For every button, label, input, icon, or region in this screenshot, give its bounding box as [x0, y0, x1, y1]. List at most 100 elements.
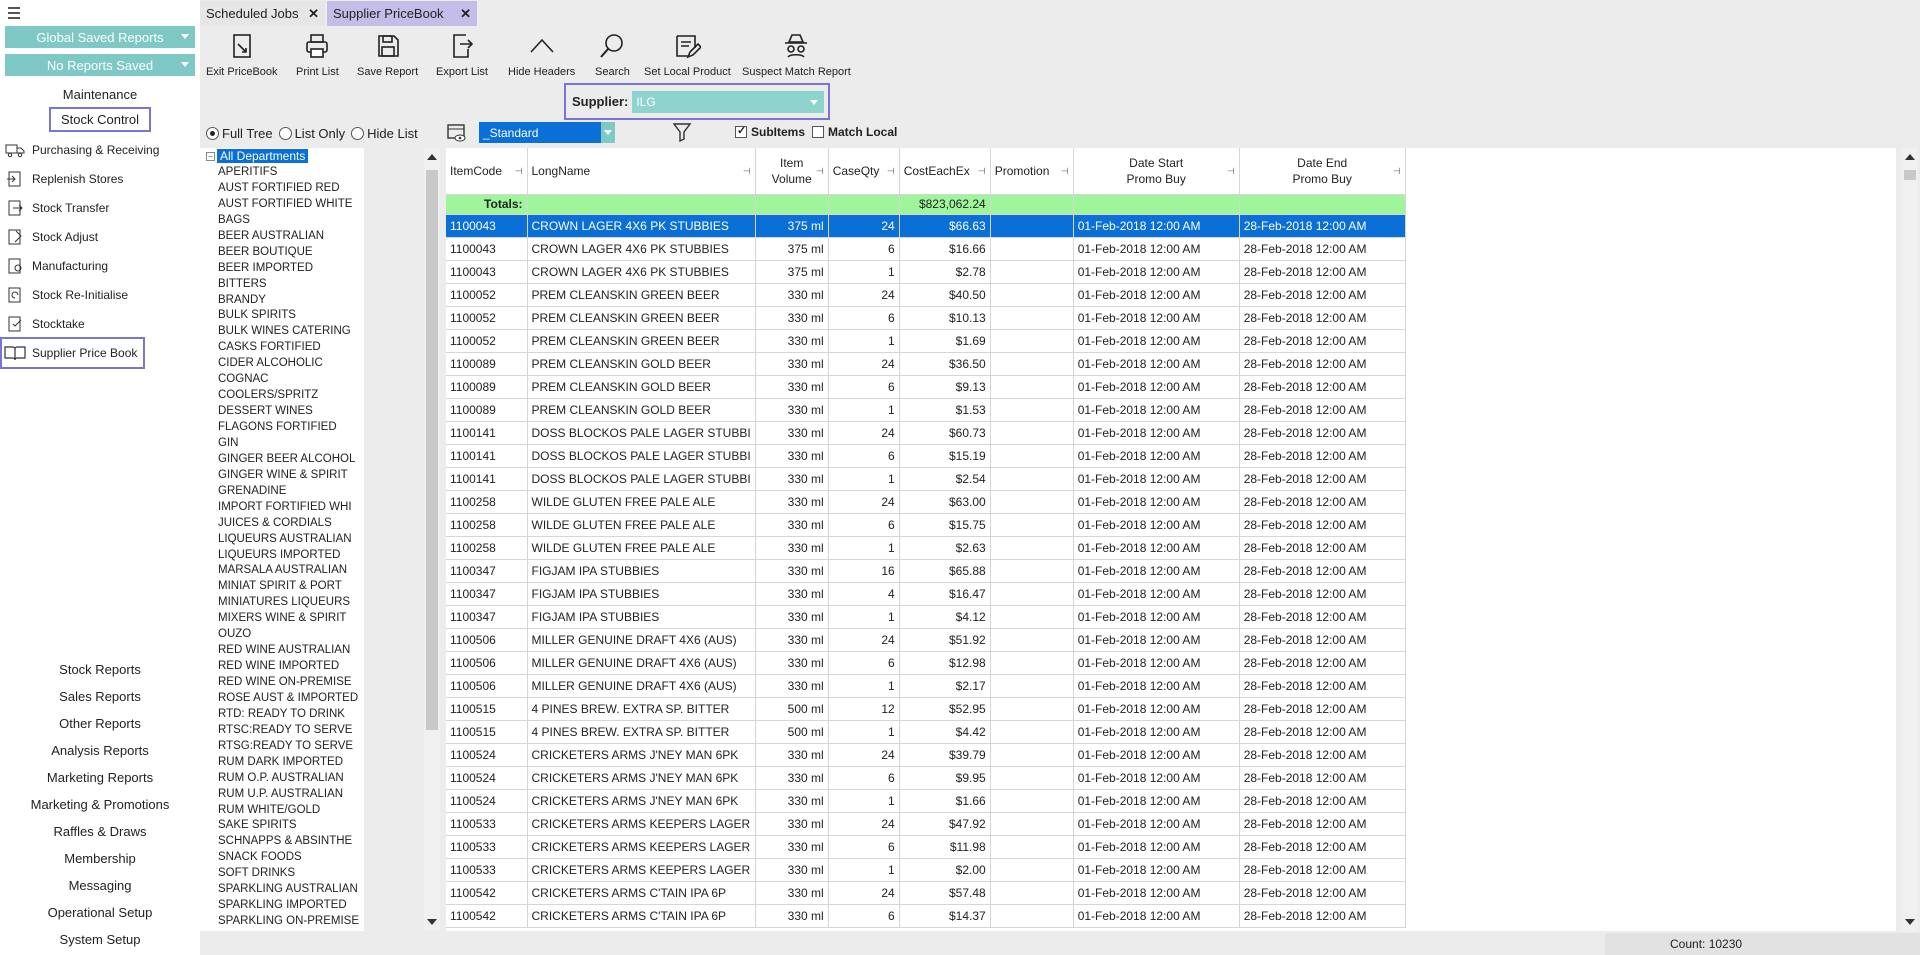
table-row[interactable]: 1100347 FIGJAM IPA STUBBIES 330 ml 16 $65.88…: [446, 559, 1406, 583]
list-only-radio[interactable]: List Only: [278, 126, 345, 141]
sidebar-other-reports[interactable]: Other Reports: [0, 716, 200, 731]
table-row[interactable]: 1100052 PREM CLEANSKIN GREEN BEER 330 ml 24…: [446, 283, 1406, 307]
sidebar-item-stocktake[interactable]: Stocktake: [4, 312, 85, 336]
pin-icon[interactable]: ⊣: [1227, 166, 1235, 177]
table-row[interactable]: 1100089 PREM CLEANSKIN GOLD BEER 330 ml 1 $1…: [446, 398, 1406, 422]
table-row[interactable]: 1100089 PREM CLEANSKIN GOLD BEER 330 ml 24 $…: [446, 352, 1406, 376]
collapse-icon[interactable]: −: [206, 151, 215, 161]
tree-item[interactable]: BULK SPIRITS: [218, 307, 359, 323]
table-row[interactable]: 1100258 WILDE GLUTEN FREE PALE ALE 330 ml 1…: [446, 536, 1406, 560]
suspect-match-report-button[interactable]: Suspect Match Report: [742, 28, 851, 84]
table-row[interactable]: 1100141 DOSS BLOCKOS PALE LAGER STUBBI 330…: [446, 444, 1406, 468]
table-row[interactable]: 1100533 CRICKETERS ARMS KEEPERS LAGER 330 …: [446, 835, 1406, 859]
scroll-thumb[interactable]: [1904, 170, 1916, 180]
exit-pricebook-button[interactable]: Exit PriceBook: [206, 28, 278, 84]
tree-item[interactable]: SOFT DRINKS: [218, 865, 359, 881]
table-row[interactable]: 1100515 4 PINES BREW. EXTRA SP. BITTER 500…: [446, 720, 1406, 744]
table-row[interactable]: 1100542 CRICKETERS ARMS C'TAIN IPA 6P 330 …: [446, 904, 1406, 928]
column-header-item-volume[interactable]: Item Volume ⊣: [755, 148, 829, 195]
table-row[interactable]: 1100052 PREM CLEANSKIN GREEN BEER 330 ml 6 $…: [446, 306, 1406, 330]
table-row[interactable]: 1100347 FIGJAM IPA STUBBIES 330 ml 4 $16.47 0…: [446, 582, 1406, 606]
sidebar-stock-reports[interactable]: Stock Reports: [0, 662, 200, 677]
sidebar-item-stock-adjust[interactable]: Stock Adjust: [4, 225, 98, 249]
tree-item[interactable]: RED WINE ON-PREMISE: [218, 674, 359, 690]
tree-root[interactable]: − All Departments: [206, 148, 309, 164]
tree-item[interactable]: MINIAT SPIRIT & PORT: [218, 578, 359, 594]
tree-item[interactable]: RUM WHITE/GOLD: [218, 802, 359, 818]
tree-item[interactable]: LIQUEURS IMPORTED: [218, 547, 359, 563]
table-row[interactable]: 1100043 CROWN LAGER 4X6 PK STUBBIES 375 ml…: [446, 214, 1406, 238]
pin-icon[interactable]: ⊣: [743, 166, 751, 177]
tree-item[interactable]: BEER BOUTIQUE: [218, 244, 359, 260]
print-list-button[interactable]: Print List: [296, 28, 339, 84]
tree-item[interactable]: CIDER ALCOHOLIC: [218, 355, 359, 371]
tree-item[interactable]: MARSALA AUSTRALIAN: [218, 562, 359, 578]
scroll-down-icon[interactable]: [427, 919, 437, 925]
search-button[interactable]: Search: [595, 28, 630, 84]
tab-supplier-pricebook[interactable]: Supplier PriceBook ✕: [327, 1, 477, 26]
sidebar-maintenance[interactable]: Maintenance: [0, 87, 200, 102]
save-report-button[interactable]: Save Report: [357, 28, 418, 84]
column-header-itemcode[interactable]: ItemCode ⊣: [446, 148, 528, 195]
tree-item[interactable]: AUST FORTIFIED WHITE: [218, 196, 359, 212]
sidebar-analysis-reports[interactable]: Analysis Reports: [0, 743, 200, 758]
tree-item[interactable]: SPARKLING ON-PREMISE: [218, 913, 359, 929]
tree-item[interactable]: RTD: READY TO DRINK: [218, 706, 359, 722]
column-header-caseqty[interactable]: CaseQty ⊣: [828, 148, 900, 195]
hide-headers-button[interactable]: Hide Headers: [508, 28, 575, 84]
sidebar-item-purchasing-receiving[interactable]: Purchasing & Receiving: [4, 138, 159, 162]
tree-item[interactable]: APERITIFS: [218, 164, 359, 180]
tree-item[interactable]: SCHNAPPS & ABSINTHE: [218, 833, 359, 849]
tree-item[interactable]: BRANDY: [218, 292, 359, 308]
table-row[interactable]: 1100524 CRICKETERS ARMS J'NEY MAN 6PK 330 …: [446, 789, 1406, 813]
tree-item[interactable]: RUM O.P. AUSTRALIAN: [218, 770, 359, 786]
table-row[interactable]: 1100043 CROWN LAGER 4X6 PK STUBBIES 375 ml…: [446, 237, 1406, 261]
tree-item[interactable]: SNACK FOODS: [218, 849, 359, 865]
tree-item[interactable]: BULK WINES CATERING: [218, 323, 359, 339]
table-row[interactable]: 1100542 CRICKETERS ARMS C'TAIN IPA 6P 330 …: [446, 881, 1406, 905]
no-reports-saved-dropdown[interactable]: No Reports Saved: [5, 54, 195, 76]
tree-item[interactable]: LIQUEURS AUSTRALIAN: [218, 531, 359, 547]
export-list-button[interactable]: Export List: [436, 28, 488, 84]
tree-item[interactable]: RUM U.P. AUSTRALIAN: [218, 786, 359, 802]
subitems-checkbox[interactable]: SubItems: [735, 124, 805, 139]
tree-item[interactable]: GRENADINE: [218, 483, 359, 499]
table-row[interactable]: 1100515 4 PINES BREW. EXTRA SP. BITTER 500…: [446, 697, 1406, 721]
column-header-longname[interactable]: LongName ⊣: [527, 148, 756, 195]
table-row[interactable]: 1100506 MILLER GENUINE DRAFT 4X6 (AUS) 330…: [446, 651, 1406, 675]
scroll-down-icon[interactable]: [1905, 919, 1915, 925]
pin-icon[interactable]: ⊣: [1393, 166, 1401, 177]
grid-scrollbar[interactable]: [1902, 148, 1918, 931]
pin-icon[interactable]: ⊣: [978, 166, 986, 177]
table-row[interactable]: 1100258 WILDE GLUTEN FREE PALE ALE 330 ml 6…: [446, 513, 1406, 537]
pin-icon[interactable]: ⊣: [816, 166, 824, 177]
tree-item[interactable]: BITTERS: [218, 276, 359, 292]
tree-item[interactable]: OUZO: [218, 626, 359, 642]
table-row[interactable]: 1100043 CROWN LAGER 4X6 PK STUBBIES 375 ml…: [446, 260, 1406, 284]
sidebar-system-setup[interactable]: System Setup: [0, 932, 200, 947]
sidebar-marketing-promotions[interactable]: Marketing & Promotions: [0, 797, 200, 812]
tree-item[interactable]: GINGER WINE & SPIRIT: [218, 467, 359, 483]
table-row[interactable]: 1100524 CRICKETERS ARMS J'NEY MAN 6PK 330 …: [446, 743, 1406, 767]
sidebar-item-stock-reinitialise[interactable]: Stock Re-Initialise: [4, 283, 128, 307]
tree-item[interactable]: RED WINE AUSTRALIAN: [218, 642, 359, 658]
tree-item[interactable]: RTSC:READY TO SERVE: [218, 722, 359, 738]
pin-icon[interactable]: ⊣: [515, 166, 523, 177]
sidebar-operational-setup[interactable]: Operational Setup: [0, 905, 200, 920]
supplier-dropdown[interactable]: ILG: [632, 90, 825, 113]
tab-scheduled-jobs[interactable]: Scheduled Jobs ✕: [200, 1, 325, 26]
set-local-product-button[interactable]: Set Local Product: [644, 28, 731, 84]
column-header-costeachex[interactable]: CostEachEx ⊣: [899, 148, 991, 195]
pin-icon[interactable]: ⊣: [1061, 166, 1069, 177]
tree-item[interactable]: GIN: [218, 435, 359, 451]
tree-item[interactable]: FLAGONS FORTIFIED: [218, 419, 359, 435]
column-header-date-end[interactable]: Date End Promo Buy ⊣: [1239, 148, 1406, 195]
tree-item[interactable]: JUICES & CORDIALS: [218, 515, 359, 531]
table-row[interactable]: 1100141 DOSS BLOCKOS PALE LAGER STUBBI 330…: [446, 467, 1406, 491]
table-row[interactable]: 1100533 CRICKETERS ARMS KEEPERS LAGER 330 …: [446, 812, 1406, 836]
column-header-promotion[interactable]: Promotion ⊣: [990, 148, 1074, 195]
tree-scrollbar[interactable]: [424, 148, 440, 931]
view-layout-icon[interactable]: [446, 123, 468, 143]
filter-icon[interactable]: [672, 122, 692, 143]
tree-item[interactable]: COOLERS/SPRITZ: [218, 387, 359, 403]
